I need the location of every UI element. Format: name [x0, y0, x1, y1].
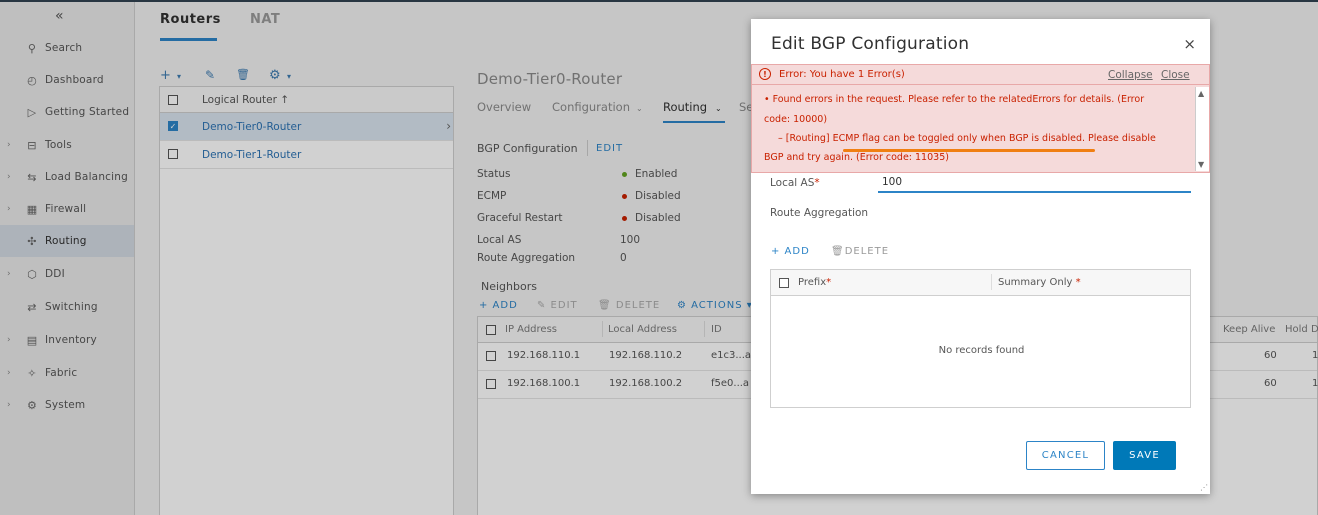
column-header-text: Prefix: [798, 277, 827, 288]
error-detail-line: • Found errors in the request. Please re…: [764, 94, 1145, 105]
select-all-checkbox[interactable]: [779, 278, 789, 288]
add-aggregation-button[interactable]: + ADD: [771, 246, 810, 257]
modal-title: Edit BGP Configuration: [771, 34, 970, 54]
error-detail-line: code: 10000): [764, 114, 828, 125]
cancel-button[interactable]: CANCEL: [1026, 441, 1105, 470]
column-header-summary-only[interactable]: Summary Only *: [998, 277, 1081, 288]
column-header-text: Summary Only: [998, 277, 1073, 288]
route-aggregation-table: Prefix* Summary Only * No records found: [770, 269, 1191, 408]
highlight-underline: [843, 149, 1095, 152]
local-as-label-text: Local AS: [770, 177, 815, 189]
delete-label: DELETE: [844, 246, 890, 257]
trash-icon: 🗑: [831, 246, 845, 257]
collapse-link[interactable]: Collapse: [1108, 69, 1153, 81]
column-divider: [991, 274, 992, 290]
save-button[interactable]: SAVE: [1113, 441, 1176, 470]
error-detail-line: – [Routing] ECMP flag can be toggled onl…: [778, 133, 1156, 144]
close-error-link[interactable]: Close: [1161, 69, 1190, 81]
error-alert-bar: ! Error: You have 1 Error(s) Collapse Cl…: [751, 64, 1210, 85]
error-detail-line: BGP and try again. (Error code: 11035): [764, 152, 949, 163]
error-scrollbar[interactable]: ▲ ▼: [1195, 87, 1209, 171]
scroll-down-icon[interactable]: ▼: [1198, 160, 1204, 169]
delete-aggregation-button[interactable]: 🗑DELETE: [831, 246, 889, 257]
column-header-prefix[interactable]: Prefix*: [798, 277, 831, 288]
route-aggregation-label: Route Aggregation: [770, 207, 869, 219]
local-as-input[interactable]: 100: [878, 173, 1191, 193]
error-icon: !: [759, 68, 771, 80]
edit-bgp-modal: Edit BGP Configuration × ! Error: You ha…: [751, 19, 1210, 494]
scroll-up-icon[interactable]: ▲: [1198, 89, 1204, 98]
error-summary-text: Error: You have 1 Error(s): [779, 69, 905, 80]
close-icon[interactable]: ×: [1183, 35, 1196, 53]
resize-handle-icon[interactable]: ⋰: [1200, 483, 1208, 492]
local-as-label: Local AS*: [770, 177, 820, 189]
empty-state-text: No records found: [938, 345, 1025, 356]
error-details: • Found errors in the request. Please re…: [751, 85, 1210, 173]
table-header: Prefix* Summary Only *: [771, 270, 1190, 296]
